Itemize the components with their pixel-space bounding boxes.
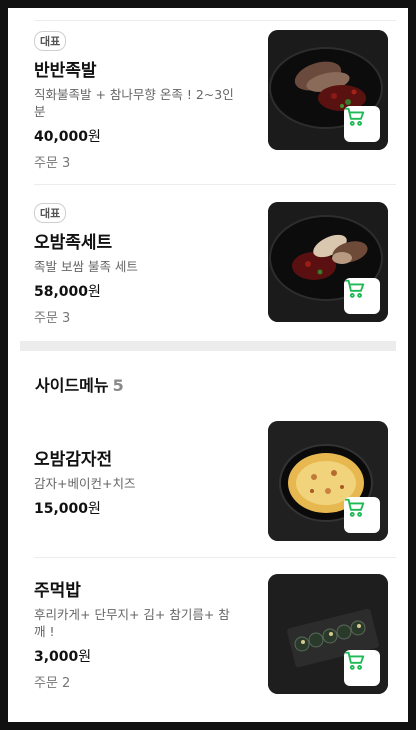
menu-item[interactable]: 대표 반반족발 직화불족발 + 참나무향 온족 ! 2~3인분 40,000원 …: [34, 30, 388, 171]
menu-list: 대표 반반족발 직화불족발 + 참나무향 온족 ! 2~3인분 40,000원 …: [8, 8, 408, 722]
section-count: 5: [112, 376, 124, 395]
divider: [34, 184, 396, 185]
section-separator: [20, 341, 396, 351]
menu-item-description: 후리카게+ 단무지+ 김+ 참기름+ 참깨 !: [34, 607, 230, 639]
divider: [34, 557, 396, 558]
add-to-cart-button[interactable]: [344, 650, 380, 686]
shopping-cart-icon: [344, 107, 365, 126]
shopping-cart-icon: [344, 498, 365, 517]
add-to-cart-button[interactable]: [344, 106, 380, 142]
signature-badge: 대표: [34, 31, 67, 51]
menu-item[interactable]: 오밤감자전 감자+베이컨+치즈 15,000원: [34, 421, 388, 541]
divider: [34, 20, 396, 21]
menu-item-image[interactable]: [268, 421, 388, 541]
section-title: 사이드메뉴 5: [35, 376, 124, 395]
menu-item-image[interactable]: [268, 30, 388, 150]
add-to-cart-button[interactable]: [344, 278, 380, 314]
menu-item-description: 감자+베이컨+치즈: [34, 476, 136, 491]
signature-badge: 대표: [34, 203, 67, 223]
menu-item[interactable]: 주먹밥 후리카게+ 단무지+ 김+ 참기름+ 참깨 ! 3,000원 주문 2: [34, 574, 388, 694]
shopping-cart-icon: [344, 279, 365, 298]
menu-item-orders: 주문 3: [34, 156, 71, 171]
menu-item-description: 족발 보쌈 불족 세트: [34, 259, 138, 274]
menu-item-image[interactable]: [268, 202, 388, 322]
shopping-cart-icon: [344, 651, 365, 670]
menu-item[interactable]: 대표 오밤족세트 족발 보쌈 불족 세트 58,000원 주문 3: [34, 202, 388, 326]
menu-item-image[interactable]: [268, 574, 388, 694]
menu-item-description: 직화불족발 + 참나무향 온족 ! 2~3인분: [34, 87, 234, 119]
add-to-cart-button[interactable]: [344, 497, 380, 533]
